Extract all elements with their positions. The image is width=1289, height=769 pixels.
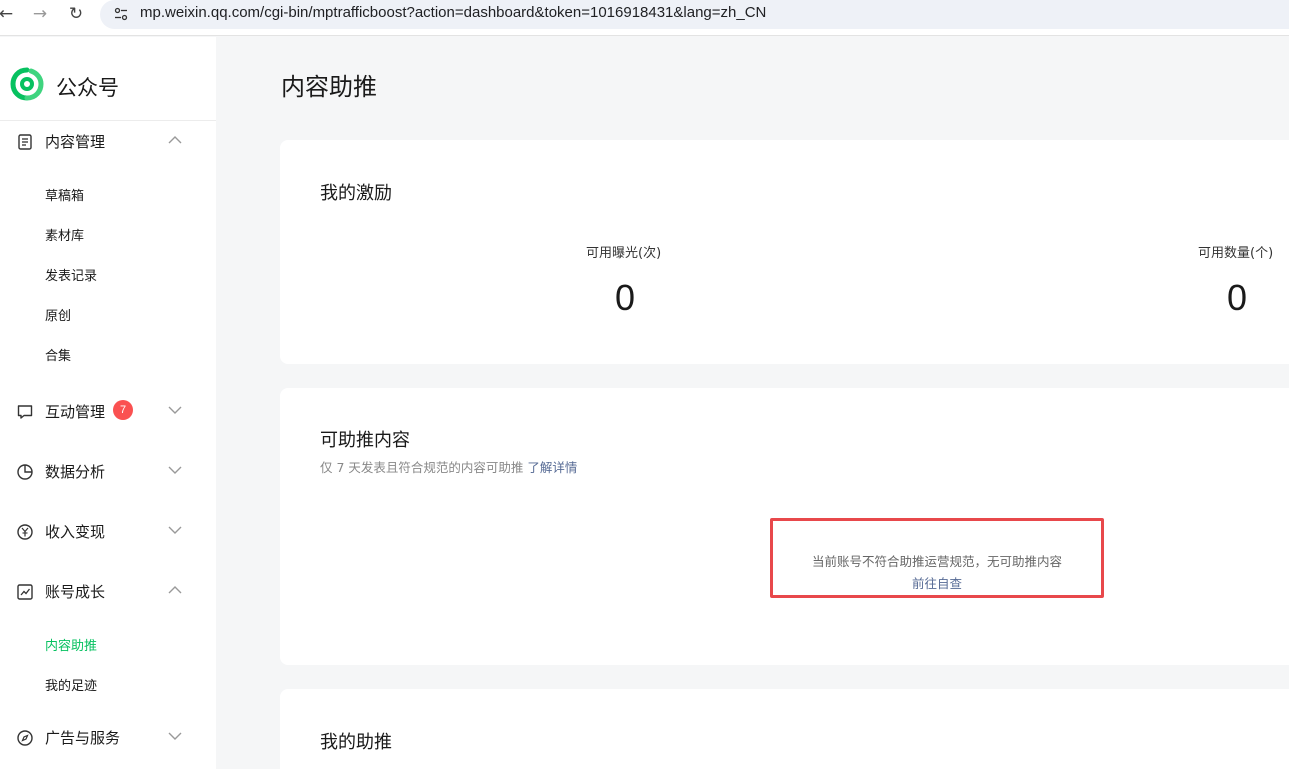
sidebar-item-collections[interactable]: 合集 (45, 345, 71, 364)
menu-data-analysis[interactable]: 数据分析 (0, 451, 216, 491)
chevron-down-icon[interactable] (168, 465, 182, 475)
card-title: 我的激励 (320, 183, 392, 204)
chevron-down-icon[interactable] (168, 731, 182, 741)
wechat-official-logo-icon (10, 67, 44, 101)
chevron-down-icon[interactable] (168, 525, 182, 535)
sidebar-item-drafts[interactable]: 草稿箱 (45, 185, 84, 204)
count-value: 0 (1227, 277, 1248, 318)
self-check-link[interactable]: 前往自查 (773, 573, 1101, 592)
sidebar: 公众号 内容管理 草稿箱 素材库 发表记录 原创 合集 互动管理 7 数据分析 (0, 37, 216, 769)
menu-ads-services[interactable]: 广告与服务 (0, 717, 216, 757)
sidebar-item-content-boost[interactable]: 内容助推 (45, 635, 97, 654)
address-bar[interactable]: mp.weixin.qq.com/cgi-bin/mptrafficboost?… (100, 0, 1289, 29)
card-subtitle: 仅 7 天发表且符合规范的内容可助推 了解详情 (320, 457, 577, 476)
sidebar-item-materials[interactable]: 素材库 (45, 225, 84, 244)
yen-coin-icon (17, 524, 33, 540)
reload-icon[interactable]: ↻ (64, 4, 88, 24)
chevron-down-icon[interactable] (168, 405, 182, 415)
chevron-up-icon[interactable] (168, 135, 182, 145)
subtitle-text: 仅 7 天发表且符合规范的内容可助推 (320, 460, 524, 475)
browser-toolbar: ← → ↻ mp.weixin.qq.com/cgi-bin/mptraffic… (0, 0, 1289, 36)
count-label: 可用数量(个) (1198, 246, 1274, 261)
empty-state-text: 当前账号不符合助推运营规范，无可助推内容 (811, 554, 1062, 569)
notification-badge: 7 (113, 400, 133, 420)
menu-label: 内容管理 (45, 133, 106, 151)
incentive-card: 我的激励 可用曝光(次) 0 可用数量(个) 0 (280, 140, 1289, 364)
card-title: 我的助推 (320, 732, 392, 753)
exposure-label: 可用曝光(次) (586, 246, 662, 261)
boostable-content-card: 可助推内容 仅 7 天发表且符合规范的内容可助推 了解详情 当前账号不符合助推运… (280, 388, 1289, 665)
sidebar-item-my-footprint[interactable]: 我的足迹 (45, 675, 97, 694)
document-icon (18, 134, 32, 150)
brand-name: 公众号 (56, 76, 119, 100)
menu-label: 数据分析 (45, 463, 106, 481)
menu-revenue[interactable]: 收入变现 (0, 511, 216, 551)
url-text[interactable]: mp.weixin.qq.com/cgi-bin/mptrafficboost?… (140, 4, 766, 21)
menu-label: 账号成长 (45, 583, 106, 601)
menu-label: 互动管理 (45, 403, 106, 421)
menu-interaction-management[interactable]: 互动管理 7 (0, 391, 216, 431)
site-settings-icon[interactable] (114, 7, 128, 21)
trend-chart-icon (17, 584, 33, 600)
page-title: 内容助推 (281, 73, 377, 101)
sidebar-item-original[interactable]: 原创 (45, 305, 71, 324)
card-title: 可助推内容 (320, 430, 410, 451)
exposure-value: 0 (615, 277, 636, 318)
menu-label: 收入变现 (45, 523, 106, 541)
menu-content-management[interactable]: 内容管理 (0, 121, 216, 161)
learn-more-link[interactable]: 了解详情 (527, 460, 577, 475)
compass-icon (17, 730, 33, 746)
chat-bubble-icon (17, 405, 33, 419)
menu-label: 广告与服务 (45, 729, 121, 747)
menu-account-growth[interactable]: 账号成长 (0, 571, 216, 611)
empty-state: 当前账号不符合助推运营规范，无可助推内容 前往自查 (770, 518, 1104, 598)
sidebar-item-publish-records[interactable]: 发表记录 (45, 265, 97, 284)
chevron-up-icon[interactable] (168, 585, 182, 595)
back-icon[interactable]: ← (0, 4, 18, 24)
forward-icon[interactable]: → (28, 4, 52, 24)
my-boost-card: 我的助推 (280, 689, 1289, 769)
pie-chart-icon (17, 464, 33, 480)
